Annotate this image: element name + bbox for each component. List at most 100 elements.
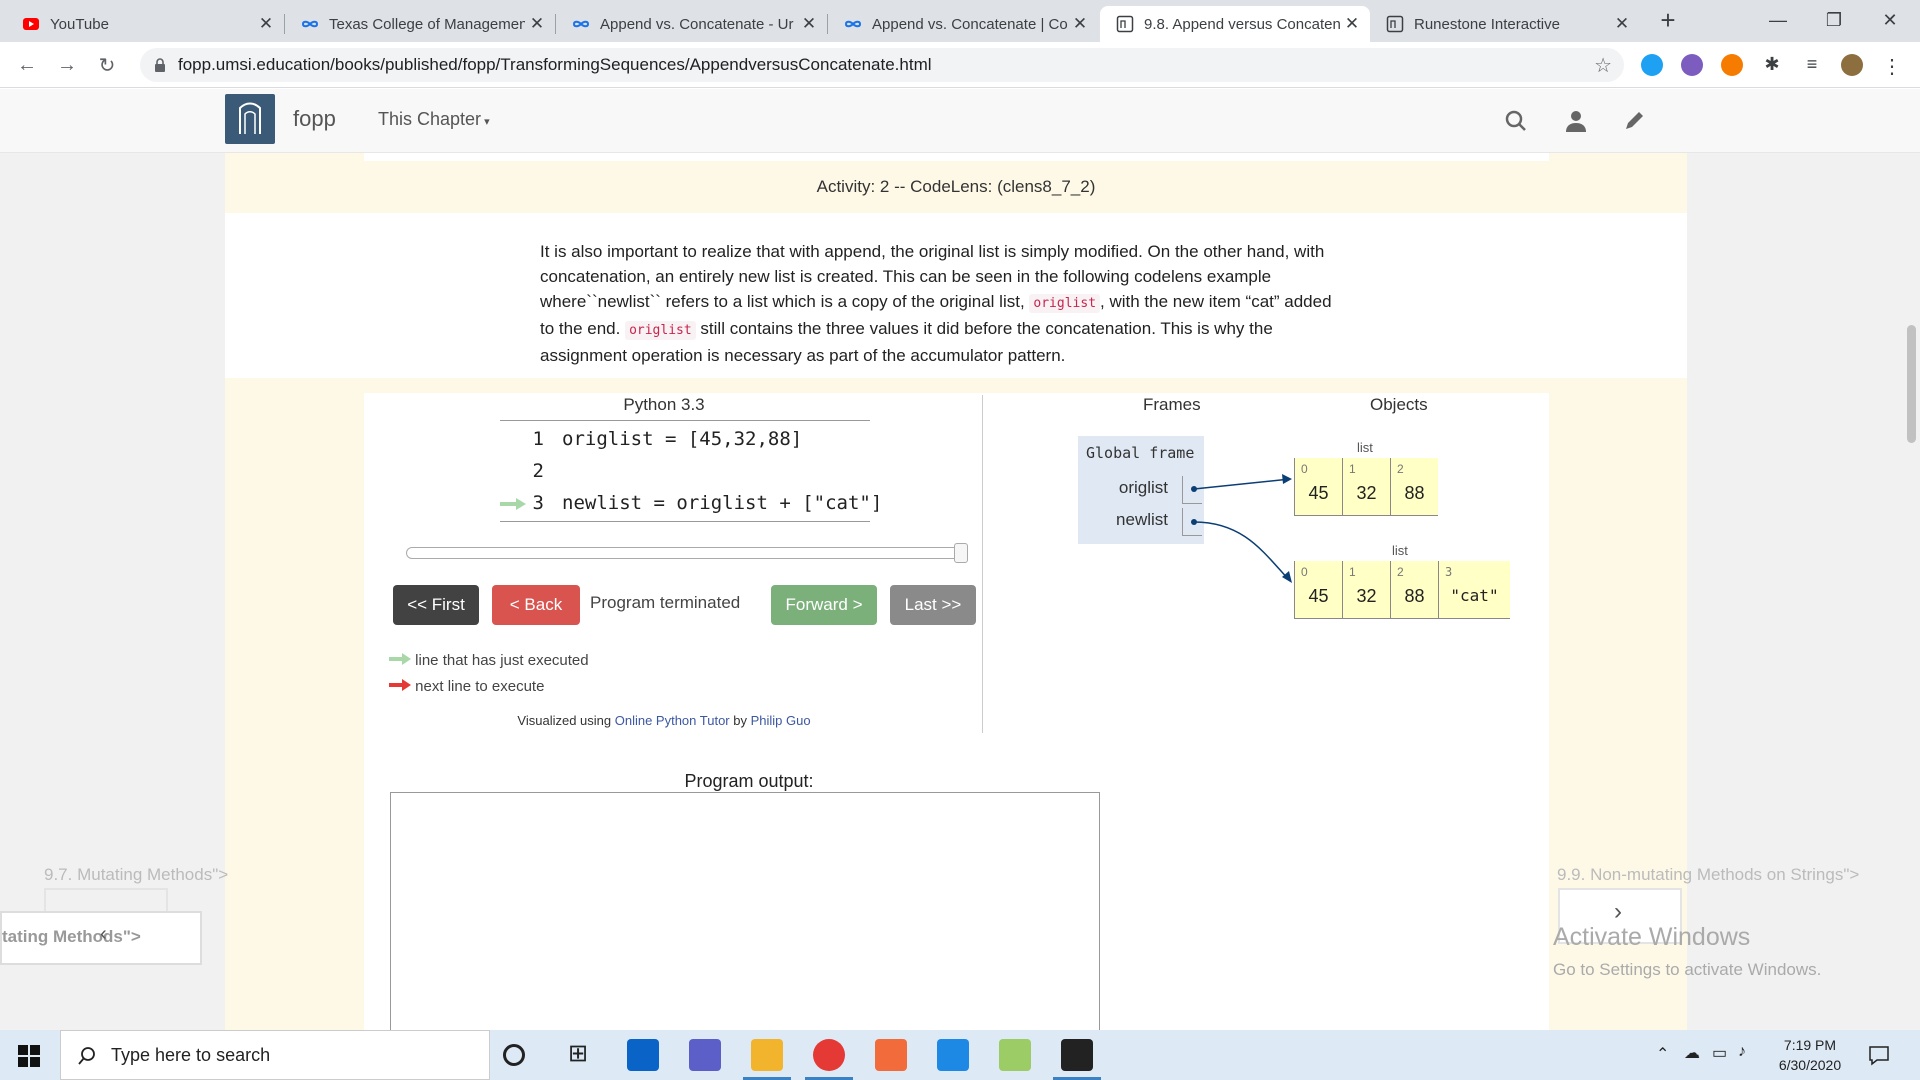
star-icon[interactable]: ☆ (1594, 53, 1612, 78)
philip-guo-link[interactable]: Philip Guo (751, 713, 811, 728)
tab-texas-college[interactable]: Texas College of Managemen ✕ (285, 6, 555, 42)
paragraph-line: It is also important to realize that wit… (540, 242, 1325, 261)
infinity-icon (844, 20, 862, 28)
clock[interactable]: 7:19 PM 6/30/2020 (1760, 1035, 1860, 1075)
prev-chapter-text[interactable]: 9.7. Mutating Methods"> (44, 865, 228, 885)
browser-toolbar: ← → ↻ fopp.umsi.education/books/publishe… (0, 42, 1920, 88)
page-content: Activity: 2 -- CodeLens: (clens8_7_2) It… (0, 153, 1920, 1030)
forward-arrow-icon[interactable]: → (52, 50, 82, 80)
restore-button[interactable]: ❐ (1806, 0, 1862, 40)
paragraph-line: where``newlist`` refers to a list which … (540, 289, 1380, 316)
user-icon[interactable] (1562, 107, 1590, 135)
extension-icon[interactable] (1681, 54, 1703, 76)
close-tab-icon[interactable]: ✕ (1068, 14, 1092, 34)
windows-start-icon[interactable] (18, 1045, 40, 1067)
program-output-label: Program output: (684, 771, 814, 791)
teams-icon[interactable] (689, 1039, 721, 1071)
cloud-icon[interactable]: ☁ (1684, 1043, 1700, 1063)
legend-next: next line to execute (389, 678, 544, 695)
tab-title: Append vs. Concatenate | Co (872, 15, 1068, 33)
chevron-up-icon[interactable]: ⌃ (1656, 1044, 1669, 1064)
battery-icon[interactable]: ▭ (1712, 1043, 1727, 1063)
tab-youtube[interactable]: YouTube ✕ (6, 6, 284, 42)
tab-append-vs-concat-2[interactable]: Append vs. Concatenate | Co ✕ (828, 6, 1098, 42)
inline-code: origlist (625, 321, 696, 340)
brand-link[interactable]: fopp (293, 106, 336, 132)
address-bar[interactable]: fopp.umsi.education/books/published/fopp… (140, 48, 1624, 82)
tab-append-versus-concatenate-active[interactable]: 9.8. Append versus Concaten ✕ (1100, 6, 1370, 42)
pencil-icon[interactable] (1620, 107, 1648, 135)
tab-title: 9.8. Append versus Concaten (1144, 15, 1340, 33)
chevron-left-icon: ‹ (100, 923, 107, 945)
app-icon[interactable] (999, 1039, 1031, 1071)
menu-dots-icon[interactable]: ⋮ (1881, 54, 1903, 78)
search-icon[interactable] (1502, 107, 1530, 135)
infinity-icon (301, 20, 319, 28)
clock-time: 7:19 PM (1783, 1037, 1837, 1053)
youtube-icon (23, 18, 39, 30)
next-chapter-text[interactable]: 9.9. Non-mutating Methods on Strings"> (1557, 865, 1859, 885)
scrollbar-thumb[interactable] (1907, 325, 1916, 443)
new-tab-button[interactable]: + (1640, 0, 1696, 40)
runestone-icon (1386, 15, 1404, 33)
avatar[interactable] (1841, 54, 1863, 76)
legend-executed: line that has just executed (389, 652, 589, 669)
reload-icon[interactable]: ↻ (92, 50, 122, 80)
prev-page-button[interactable]: tating Methods"> ‹ (0, 911, 202, 965)
pointer-arrows (1193, 474, 1292, 583)
clock-date: 6/30/2020 (1778, 1057, 1842, 1073)
python-tutor-link[interactable]: Online Python Tutor (615, 713, 730, 728)
close-tab-icon[interactable]: ✕ (254, 14, 278, 34)
puzzle-icon[interactable]: ✱ (1761, 54, 1783, 76)
windows-taskbar: Type here to search ⊞ ⌃ ☁ ▭ ♪ 7:19 PM 6/… (0, 1030, 1920, 1080)
flame-icon[interactable] (1721, 54, 1743, 76)
close-tab-icon[interactable]: ✕ (1610, 14, 1634, 34)
tab-title: Runestone Interactive (1414, 15, 1560, 33)
close-window-button[interactable]: ✕ (1862, 0, 1918, 40)
tab-title: Texas College of Managemen (329, 15, 525, 33)
cortana-icon[interactable] (503, 1044, 525, 1066)
runestone-logo-icon[interactable] (225, 94, 275, 144)
tab-append-vs-concat-1[interactable]: Append vs. Concatenate - Ur ✕ (556, 6, 827, 42)
chrome-icon[interactable] (813, 1039, 845, 1071)
visualization-credit: Visualized using Online Python Tutor by … (364, 713, 964, 728)
site-navbar: fopp This Chapter ▾ (0, 89, 1920, 153)
program-output-box (390, 792, 1100, 1030)
activate-windows-title: Activate Windows (1553, 923, 1751, 951)
lock-icon (155, 58, 165, 72)
close-tab-icon[interactable]: ✕ (1340, 14, 1364, 34)
mail-icon[interactable] (627, 1039, 659, 1071)
terminal-icon[interactable] (1061, 1039, 1093, 1071)
paragraph-text: to the end. (540, 319, 626, 338)
minimize-button[interactable]: — (1750, 0, 1806, 40)
credit-text: Visualized using (517, 713, 615, 728)
legend-text: line that has just executed (415, 652, 589, 669)
this-chapter-menu[interactable]: This Chapter ▾ (378, 109, 490, 130)
volume-icon[interactable]: ♪ (1738, 1043, 1746, 1061)
back-arrow-icon[interactable]: ← (12, 50, 42, 80)
tab-title: YouTube (50, 15, 109, 33)
vscode-icon[interactable] (937, 1039, 969, 1071)
file-explorer-icon[interactable] (751, 1039, 783, 1071)
close-tab-icon[interactable]: ✕ (797, 14, 821, 34)
extension-icon[interactable] (1641, 54, 1663, 76)
search-icon (78, 1047, 95, 1065)
task-view-icon[interactable]: ⊞ (562, 1039, 594, 1071)
paragraph-text: , with the new item “cat” added (1100, 292, 1332, 311)
infinity-icon (572, 20, 590, 28)
close-tab-icon[interactable]: ✕ (525, 14, 549, 34)
paragraph-line: concatenation, an entirely new list is c… (540, 267, 1272, 286)
page-scrollbar[interactable] (1903, 153, 1920, 1030)
activate-windows-subtitle: Go to Settings to activate Windows. (1553, 960, 1822, 979)
explanation-paragraph: It is also important to realize that wit… (540, 239, 1380, 368)
media-queue-icon[interactable]: ≡ (1801, 54, 1823, 76)
activity-banner: Activity: 2 -- CodeLens: (clens8_7_2) (225, 153, 1687, 213)
caret-down-icon: ▾ (481, 116, 490, 128)
taskbar-search-box[interactable]: Type here to search (60, 1030, 490, 1080)
activity-label: Activity: 2 -- CodeLens: (clens8_7_2) (816, 177, 1096, 196)
app-icon[interactable] (875, 1039, 907, 1071)
paragraph-line: to the end. origlist still contains the … (540, 316, 1380, 343)
notifications-icon[interactable] (1868, 1044, 1890, 1066)
legend-text: next line to execute (415, 678, 545, 695)
tab-runestone-interactive[interactable]: Runestone Interactive ✕ (1370, 6, 1640, 42)
